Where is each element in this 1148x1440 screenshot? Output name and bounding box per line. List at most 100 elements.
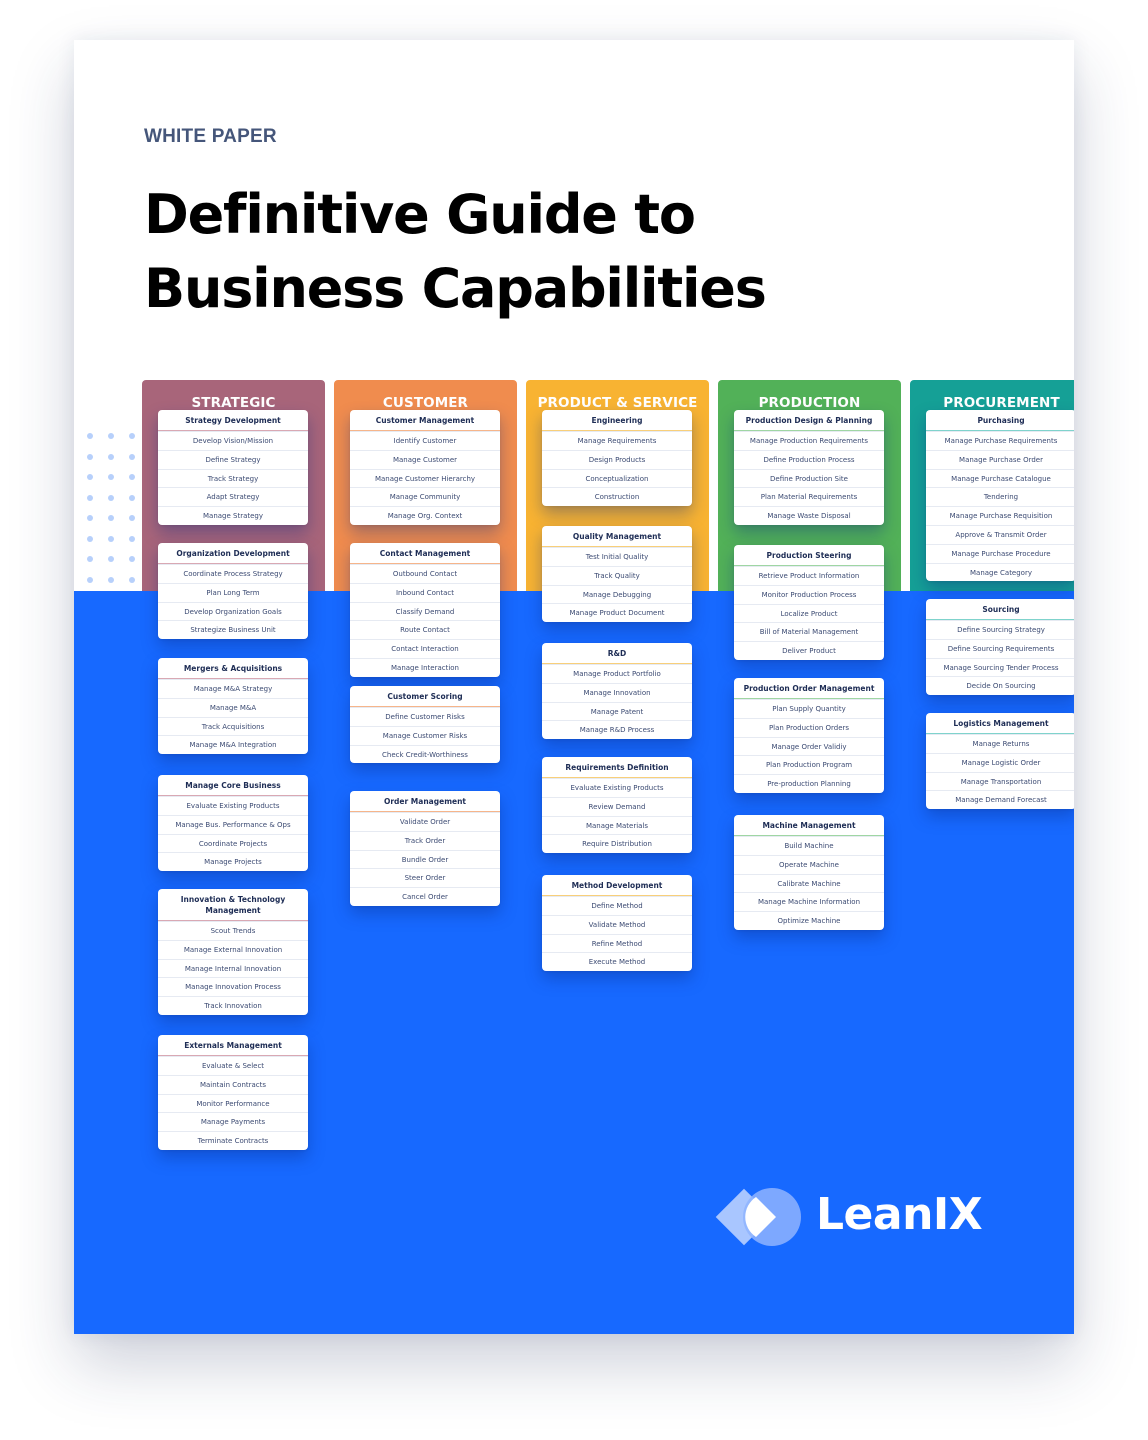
- capability-card: Externals Management Evaluate & Select Mai…: [158, 1035, 308, 1150]
- capability-item: Tendering: [926, 487, 1074, 506]
- capability-item: Manage Product Document: [542, 603, 692, 622]
- capability-card: Strategy Development Develop Vision/Missi…: [158, 410, 308, 525]
- capability-card-title: Externals Management: [158, 1035, 308, 1056]
- capability-item: Inbound Contact: [350, 582, 500, 602]
- capability-item: Track Strategy: [158, 468, 308, 488]
- capability-item: Evaluate & Select: [158, 1056, 308, 1075]
- dot: [87, 474, 93, 480]
- dot: [87, 556, 93, 562]
- capability-card-title: Contact Management: [350, 543, 500, 564]
- leanix-logo-icon: [715, 1188, 801, 1246]
- document-title: Definitive Guide to Business Capabilitie…: [144, 178, 767, 326]
- capability-item: Track Quality: [542, 565, 692, 585]
- capability-item: Track Order: [350, 830, 500, 850]
- dot: [87, 535, 93, 542]
- capability-item: Retrieve Product Information: [734, 566, 884, 585]
- capability-item: Manage M&A Integration: [158, 735, 308, 754]
- capability-item: Scout Trends: [158, 921, 308, 940]
- capability-item: Construction: [542, 487, 692, 506]
- capability-card-title: Requirements Definition: [542, 757, 692, 778]
- capability-card-title: Purchasing: [926, 410, 1074, 431]
- capability-card: Organization Development Coordinate Proce…: [158, 543, 308, 640]
- capability-item: Manage Production Requirements: [734, 431, 884, 450]
- capability-item: Bundle Order: [350, 849, 500, 869]
- capability-item: Coordinate Process Strategy: [158, 564, 308, 583]
- capability-item: Execute Method: [542, 952, 692, 971]
- dot: [108, 556, 114, 562]
- capability-item: Define Production Process: [734, 449, 884, 469]
- capability-item: Cancel Order: [350, 887, 500, 906]
- capability-card-title: Customer Management: [350, 410, 500, 431]
- capability-item: Plan Production Program: [734, 755, 884, 774]
- capability-item: Manage Product Portfolio: [542, 664, 692, 683]
- capability-card: R&D Manage Product Portfolio Manage Innova…: [542, 643, 692, 740]
- capability-item: Manage Bus. Performance & Ops: [158, 814, 308, 834]
- dot: [108, 494, 114, 501]
- capability-card: Customer Management Identify Customer Mana…: [350, 410, 500, 525]
- capability-item: Monitor Production Process: [734, 584, 884, 604]
- capability-item: Monitor Performance: [158, 1093, 308, 1113]
- capability-item: Define Method: [542, 896, 692, 915]
- capability-item: Manage Debugging: [542, 584, 692, 604]
- capability-card-title: Customer Scoring: [350, 686, 500, 707]
- capability-item: Adapt Strategy: [158, 487, 308, 506]
- dot: [108, 433, 114, 439]
- capability-item: Develop Organization Goals: [158, 601, 308, 621]
- capability-card-title: Quality Management: [542, 526, 692, 547]
- capability-card-title: Manage Core Business: [158, 775, 308, 796]
- capability-item: Manage Logistic Order: [926, 752, 1074, 772]
- capability-item: Bill of Material Management: [734, 622, 884, 641]
- capability-card: Requirements Definition Evaluate Existing…: [542, 757, 692, 854]
- leanix-wordmark: LeanIX: [816, 1189, 983, 1240]
- capability-item: Require Distribution: [542, 834, 692, 853]
- capability-item: Plan Material Requirements: [734, 487, 884, 506]
- capability-card: Engineering Manage Requirements Design Pro…: [542, 410, 692, 507]
- capability-item: Decide On Sourcing: [926, 676, 1074, 695]
- capability-card: Contact Management Outbound Contact Inboun…: [350, 543, 500, 677]
- dot: [129, 453, 135, 460]
- title-line-1: Definitive Guide to: [144, 183, 696, 246]
- capability-item: Steer Order: [350, 868, 500, 887]
- dot: [108, 576, 114, 583]
- capability-item: Manage Innovation: [542, 682, 692, 702]
- document-type-label: WHITE PAPER: [144, 126, 277, 147]
- capability-item: Manage Returns: [926, 734, 1074, 753]
- capability-item: Manage Purchase Requirements: [926, 431, 1074, 450]
- capability-card-title: Innovation & Technology Management: [158, 889, 308, 921]
- capability-card-title: Production Order Management: [734, 678, 884, 699]
- dot-grid-decoration: [84, 431, 144, 591]
- capability-item: Calibrate Machine: [734, 873, 884, 893]
- capability-item: Manage Payments: [158, 1112, 308, 1131]
- capability-item: Define Customer Risks: [350, 707, 500, 726]
- capability-item: Check Credit-Worthiness: [350, 744, 500, 764]
- capability-card: Customer Scoring Define Customer Risks Man…: [350, 686, 500, 764]
- capability-card-title: Engineering: [542, 410, 692, 431]
- capability-item: Terminate Contracts: [158, 1131, 308, 1150]
- dot: [87, 576, 93, 583]
- capability-item: Manage Category: [926, 562, 1074, 582]
- capability-card-title: R&D: [542, 643, 692, 664]
- capability-item: Manage Sourcing Tender Process: [926, 657, 1074, 677]
- capability-item: Deliver Product: [734, 641, 884, 660]
- capability-item: Classify Demand: [350, 601, 500, 621]
- capability-item: Plan Long Term: [158, 582, 308, 602]
- capability-item: Manage Materials: [542, 815, 692, 835]
- capability-card: Production Design & Planning Manage Produ…: [734, 410, 884, 525]
- dot: [108, 535, 114, 542]
- capability-item: Manage M&A Strategy: [158, 679, 308, 698]
- capability-card: Quality Management Test Initial Quality Tr…: [542, 526, 692, 623]
- capability-item: Manage Projects: [158, 852, 308, 871]
- capability-card: Mergers & Acquisitions Manage M&A Strateg…: [158, 658, 308, 755]
- whitepaper-cover: WHITE PAPER Definitive Guide to Business…: [74, 40, 1074, 1334]
- capability-card: Innovation & Technology Management Scout …: [158, 889, 308, 1015]
- capability-card: Production Order Management Plan Supply Q…: [734, 678, 884, 793]
- capability-card: Order Management Validate Order Track Orde…: [350, 791, 500, 906]
- dot: [129, 474, 135, 480]
- capability-card: Production Steering Retrieve Product Info…: [734, 545, 884, 660]
- capability-item: Evaluate Existing Products: [542, 778, 692, 797]
- capability-card-title: Order Management: [350, 791, 500, 812]
- capability-card-title: Method Development: [542, 875, 692, 896]
- capability-item: Manage Community: [350, 487, 500, 506]
- capability-item: Manage Customer Hierarchy: [350, 468, 500, 488]
- capability-item: Manage M&A: [158, 697, 308, 717]
